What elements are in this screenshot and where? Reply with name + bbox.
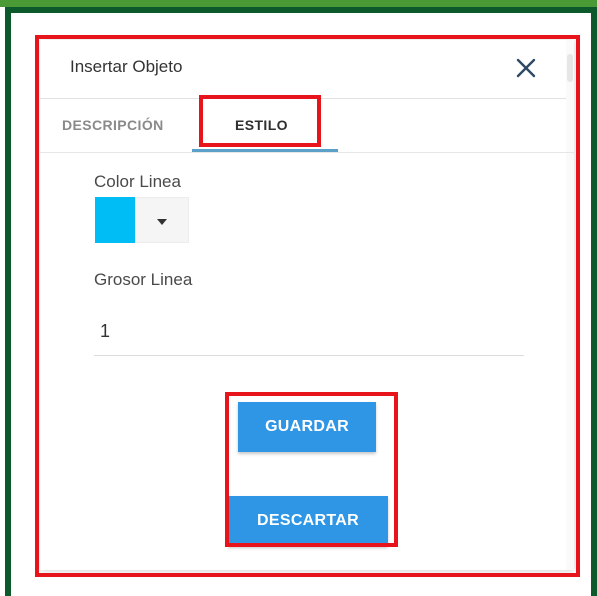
line-thickness-input[interactable]	[94, 308, 524, 356]
tab-estilo[interactable]: ESTILO	[235, 117, 288, 133]
tab-bar: DESCRIPCIÓN ESTILO	[40, 98, 574, 153]
dialog-header: Insertar Objeto	[40, 40, 574, 99]
color-swatch[interactable]	[95, 197, 135, 243]
dialog-title: Insertar Objeto	[70, 57, 183, 76]
top-green-stripe	[0, 0, 597, 7]
active-tab-indicator	[192, 149, 338, 152]
close-icon[interactable]	[514, 56, 538, 80]
screenshot-frame: Insertar Objeto DESCRIPCIÓN ESTILO Color…	[0, 0, 597, 596]
save-button[interactable]: GUARDAR	[238, 402, 376, 452]
line-thickness-label: Grosor Linea	[94, 270, 193, 289]
tab-descripcion[interactable]: DESCRIPCIÓN	[62, 117, 164, 133]
color-dropdown-button[interactable]	[135, 197, 189, 243]
scrollbar-thumb[interactable]	[567, 54, 573, 82]
chevron-down-icon	[157, 219, 167, 225]
color-line-label: Color Linea	[94, 172, 181, 191]
line-color-picker[interactable]	[95, 197, 189, 243]
discard-button[interactable]: DESCARTAR	[228, 496, 388, 546]
insert-object-dialog: Insertar Objeto DESCRIPCIÓN ESTILO Color…	[40, 40, 574, 570]
